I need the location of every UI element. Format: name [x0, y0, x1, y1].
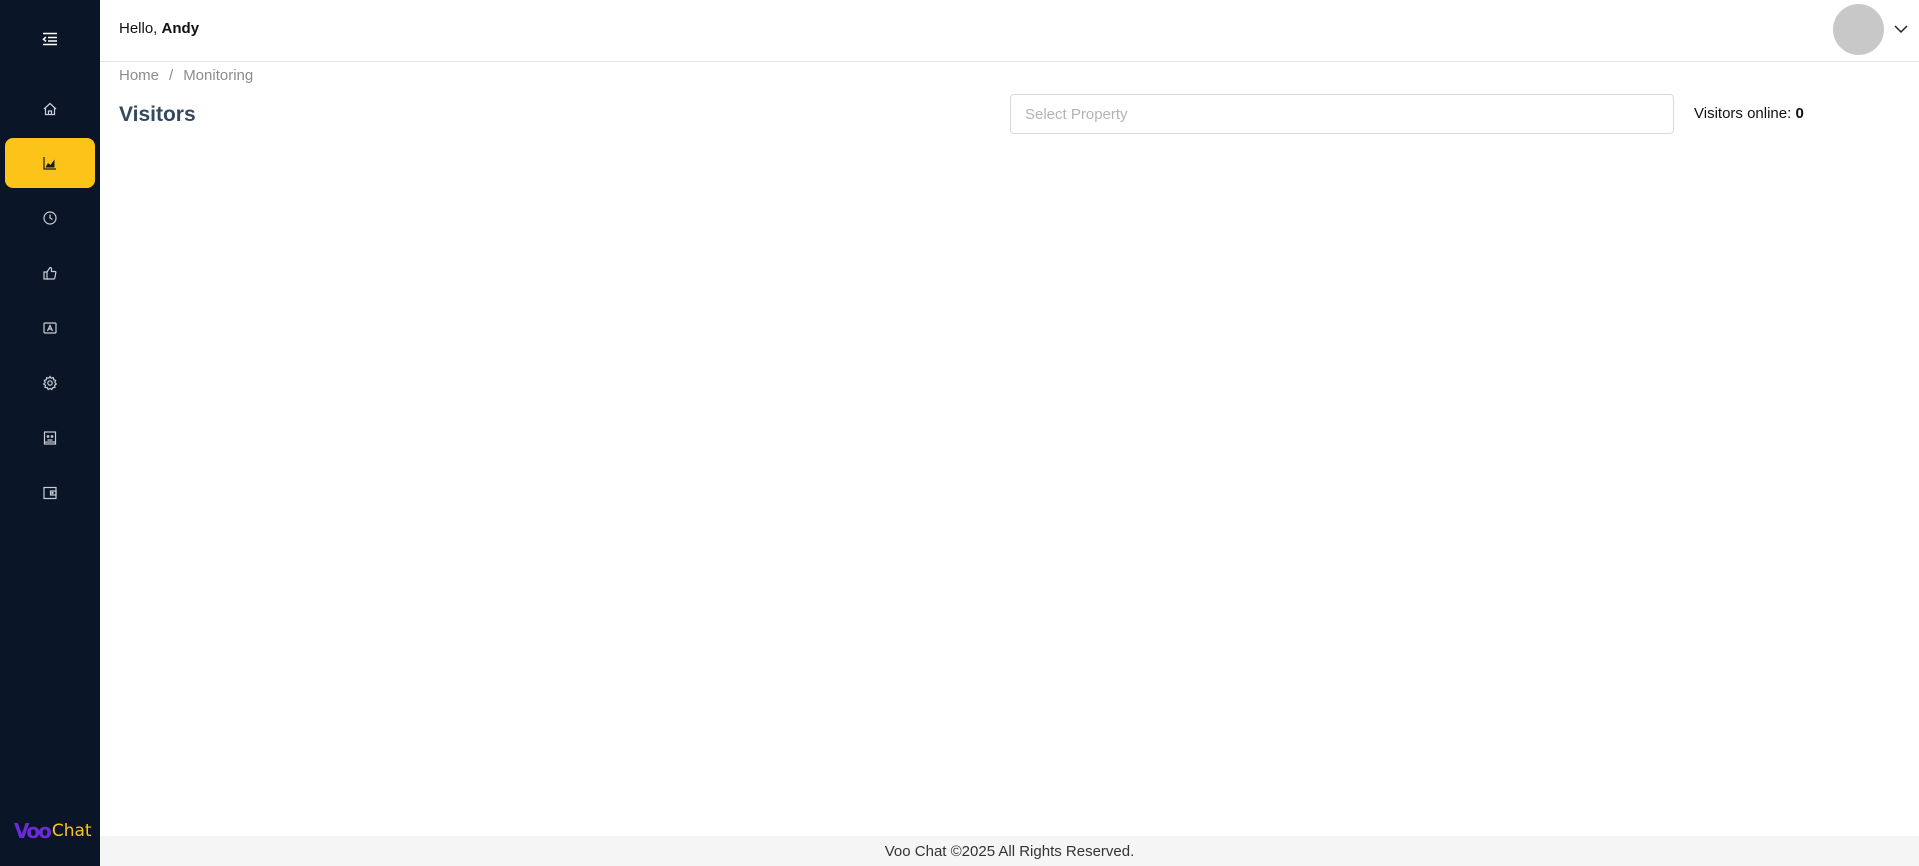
- contacts-icon: [43, 322, 57, 334]
- property-select-placeholder: Select Property: [1025, 105, 1128, 123]
- sidebar-item-history[interactable]: [5, 193, 95, 243]
- visitors-online-label: Visitors online:: [1694, 105, 1796, 122]
- sidebar-item-monitoring[interactable]: [5, 138, 95, 188]
- thumbs-up-icon: [43, 266, 57, 280]
- menu-fold-icon: [42, 32, 57, 46]
- gear-icon: [42, 375, 58, 391]
- menu-collapse-button[interactable]: [36, 26, 64, 52]
- chevron-down-icon[interactable]: [1892, 20, 1910, 38]
- sidebar-item-chatbot[interactable]: [5, 413, 95, 463]
- greeting-user-name: Andy: [161, 20, 200, 37]
- footer: Voo Chat ©2025 All Rights Reserved.: [100, 836, 1919, 866]
- brand-logo-mark: Voo: [14, 819, 52, 843]
- property-select[interactable]: Select Property: [1010, 94, 1674, 134]
- wallet-icon: [43, 486, 57, 500]
- sidebar: Voo Chat: [0, 0, 100, 866]
- robot-icon: [43, 431, 57, 445]
- page-title: Visitors: [119, 103, 196, 126]
- footer-copyright: Voo Chat ©2025 All Rights Reserved.: [884, 842, 1135, 860]
- home-icon: [43, 102, 57, 116]
- breadcrumb-current: Monitoring: [183, 67, 254, 84]
- clock-icon: [43, 211, 57, 225]
- brand-logo: Voo Chat: [14, 818, 92, 844]
- brand-logo-text: Chat: [51, 821, 92, 841]
- breadcrumb-separator: /: [169, 67, 174, 84]
- greeting-prefix: Hello,: [119, 20, 162, 37]
- breadcrumb: Home / Monitoring: [119, 67, 253, 84]
- top-header: Hello, Andy: [100, 0, 1919, 62]
- sidebar-item-feedback[interactable]: [5, 248, 95, 298]
- sidebar-item-contacts[interactable]: [5, 303, 95, 353]
- breadcrumb-home[interactable]: Home: [119, 67, 159, 84]
- sidebar-item-billing[interactable]: [5, 468, 95, 518]
- sidebar-item-home[interactable]: [5, 84, 95, 134]
- visitors-online-counter: Visitors online: 0: [1694, 105, 1804, 122]
- visitors-online-count: 0: [1795, 105, 1804, 122]
- area-chart-icon: [43, 157, 56, 170]
- user-avatar[interactable]: [1833, 4, 1884, 55]
- user-greeting: Hello, Andy: [119, 20, 199, 37]
- sidebar-item-settings[interactable]: [5, 358, 95, 408]
